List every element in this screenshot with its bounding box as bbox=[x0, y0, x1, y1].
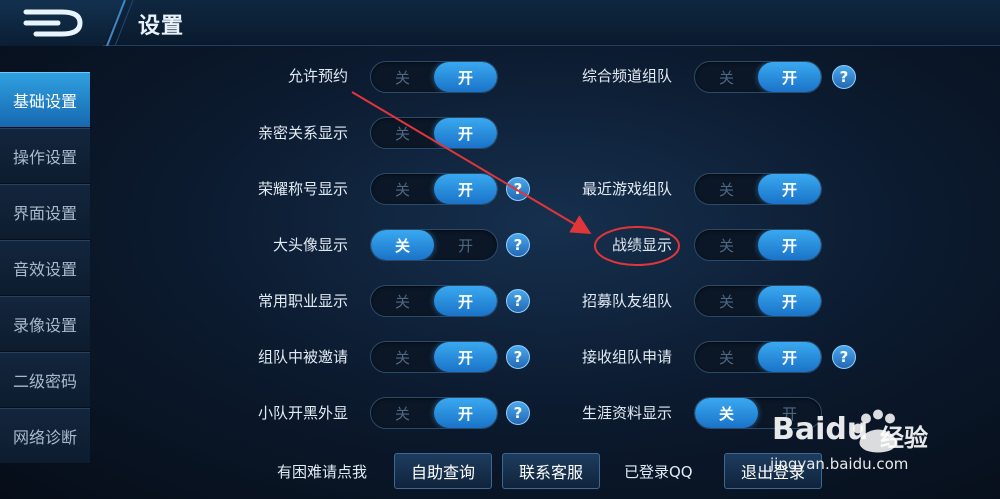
toggle-on-option[interactable]: 开 bbox=[434, 230, 497, 260]
toggle-squad-display[interactable]: 关 开 bbox=[370, 397, 498, 429]
toggle-off-option[interactable]: 关 bbox=[695, 398, 758, 428]
setting-label: 招募队友组队 bbox=[581, 292, 672, 310]
setting-label: 常用职业显示 bbox=[257, 292, 348, 310]
toggle-off-option[interactable]: 关 bbox=[695, 342, 758, 372]
toggle-off-option[interactable]: 关 bbox=[695, 62, 758, 92]
toggle-on-option[interactable]: 开 bbox=[758, 174, 821, 204]
toggle-allow-reservation[interactable]: 关 开 bbox=[370, 61, 498, 93]
toggle-on-option[interactable]: 开 bbox=[434, 62, 497, 92]
toggle-recruit-team[interactable]: 关 开 bbox=[694, 285, 822, 317]
watermark-suffix: 经验 bbox=[880, 424, 928, 452]
help-prompt-label: 有困难请点我 bbox=[277, 463, 368, 481]
help-icon[interactable]: ? bbox=[832, 345, 856, 369]
toggle-big-avatar[interactable]: 关 开 bbox=[370, 229, 498, 261]
setting-label: 小队开黑外显 bbox=[257, 404, 348, 422]
toggle-off-option[interactable]: 关 bbox=[695, 286, 758, 316]
toggle-common-role[interactable]: 关 开 bbox=[370, 285, 498, 317]
toggle-off-option[interactable]: 关 bbox=[371, 342, 434, 372]
toggle-off-option[interactable]: 关 bbox=[371, 230, 434, 260]
help-icon[interactable]: ? bbox=[832, 65, 856, 89]
toggle-recent-game-team[interactable]: 关 开 bbox=[694, 173, 822, 205]
toggle-off-option[interactable]: 关 bbox=[695, 230, 758, 260]
toggle-on-option[interactable]: 开 bbox=[434, 286, 497, 316]
toggle-on-option[interactable]: 开 bbox=[434, 174, 497, 204]
setting-label: 生涯资料显示 bbox=[581, 404, 672, 422]
setting-label: 大头像显示 bbox=[272, 236, 348, 254]
login-status: 已登录QQ bbox=[624, 463, 693, 481]
toggle-off-option[interactable]: 关 bbox=[371, 286, 434, 316]
setting-label: 综合频道组队 bbox=[581, 67, 672, 85]
setting-label: 允许预约 bbox=[287, 67, 348, 85]
contact-support-button[interactable]: 联系客服 bbox=[502, 453, 600, 489]
watermark-brand-part1: Bai bbox=[772, 412, 826, 447]
setting-label: 最近游戏组队 bbox=[581, 180, 672, 198]
setting-label: 组队中被邀请 bbox=[257, 348, 348, 366]
self-help-button[interactable]: 自助查询 bbox=[394, 453, 492, 489]
setting-label: 接收组队申请 bbox=[581, 348, 672, 366]
toggle-on-option[interactable]: 开 bbox=[758, 286, 821, 316]
toggle-receive-team-request[interactable]: 关 开 bbox=[694, 341, 822, 373]
toggle-on-option[interactable]: 开 bbox=[758, 230, 821, 260]
toggle-on-option[interactable]: 开 bbox=[434, 118, 497, 148]
setting-label: 亲密关系显示 bbox=[257, 124, 348, 142]
toggle-off-option[interactable]: 关 bbox=[371, 174, 434, 204]
toggle-on-option[interactable]: 开 bbox=[758, 62, 821, 92]
toggle-on-option[interactable]: 开 bbox=[434, 342, 497, 372]
toggle-on-option[interactable]: 开 bbox=[434, 398, 497, 428]
toggle-record-display[interactable]: 关 开 bbox=[694, 229, 822, 261]
toggle-team-invite[interactable]: 关 开 bbox=[370, 341, 498, 373]
toggle-on-option[interactable]: 开 bbox=[758, 342, 821, 372]
setting-label: 荣耀称号显示 bbox=[257, 180, 348, 198]
toggle-off-option[interactable]: 关 bbox=[371, 62, 434, 92]
toggle-intimate-relation[interactable]: 关 开 bbox=[370, 117, 498, 149]
watermark-brand-part2: du bbox=[825, 412, 869, 447]
toggle-honor-title[interactable]: 关 开 bbox=[370, 173, 498, 205]
toggle-off-option[interactable]: 关 bbox=[695, 174, 758, 204]
setting-label-record-display: 战绩显示 bbox=[611, 236, 672, 254]
toggle-off-option[interactable]: 关 bbox=[371, 118, 434, 148]
toggle-channel-team[interactable]: 关 开 bbox=[694, 61, 822, 93]
watermark-brand: Baidu bbox=[772, 412, 868, 447]
toggle-off-option[interactable]: 关 bbox=[371, 398, 434, 428]
watermark-url: jingyan.baidu.com bbox=[770, 455, 909, 473]
